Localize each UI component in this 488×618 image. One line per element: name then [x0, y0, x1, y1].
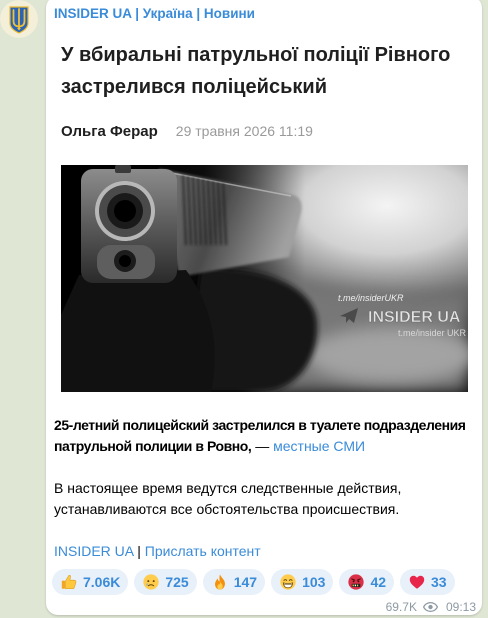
article-title: У вбиральні патрульної поліції Рівного з… [61, 44, 451, 98]
reaction-count: 103 [302, 574, 326, 590]
reaction-angry-symbols-face[interactable]: 42 [339, 569, 395, 595]
thumbs-up-icon [61, 575, 77, 590]
view-count: 69.7K [385, 600, 417, 614]
red-heart-icon [409, 575, 425, 589]
channel-link[interactable]: INSIDER UA [54, 543, 133, 559]
eye-icon [422, 602, 438, 612]
crying-face-icon [143, 574, 160, 590]
article-byline: Ольга Ферар 29 травня 2026 11:19 [61, 121, 313, 141]
lead-dash: — [251, 437, 274, 454]
grinning-face-icon [280, 574, 296, 590]
ukraine-trident-icon [0, 0, 38, 38]
reactions-bar: 7.06K 725 147 103 42 33 [52, 569, 455, 595]
message-bubble: INSIDER UA | Україна | Новини У вбиральн… [46, 0, 482, 615]
reaction-crying-face[interactable]: 725 [134, 569, 197, 595]
reaction-thumbs-up[interactable]: 7.06K [52, 569, 129, 595]
channel-avatar[interactable] [0, 0, 38, 38]
reaction-count: 147 [233, 574, 258, 590]
reaction-count: 725 [165, 574, 189, 590]
watermark-brand: INSIDER UA [368, 309, 461, 326]
watermark-url-top: t.me/insiderUKR [338, 293, 404, 303]
article-photo[interactable]: t.me/insiderUKR INSIDER UA t.me/insider … [61, 165, 468, 392]
channel-name-link[interactable]: INSIDER UA | Україна | Новини [54, 5, 255, 23]
message-meta: 69.7K 09:13 [386, 599, 476, 615]
angry-symbols-face-icon [348, 574, 365, 590]
reaction-count: 42 [370, 574, 387, 590]
submit-content-link[interactable]: Прислать контент [145, 543, 261, 559]
reaction-fire[interactable]: 147 [202, 569, 266, 595]
reaction-count: 7.06K [83, 574, 121, 590]
pistol-photo: t.me/insiderUKR INSIDER UA t.me/insider … [61, 165, 468, 392]
article-author: Ольга Ферар [61, 123, 158, 140]
reaction-grinning-face[interactable]: 103 [271, 569, 334, 595]
source-link[interactable]: местные СМИ [273, 438, 365, 454]
body-paragraph: В настоящее время ведутся следственные д… [54, 479, 402, 517]
fire-icon [214, 574, 225, 590]
footer-links: INSIDER UA | Прислать контент [54, 541, 478, 562]
message-time: 09:13 [445, 600, 476, 614]
reaction-count: 33 [431, 574, 447, 590]
article-date: 29 травня 2026 11:19 [175, 123, 313, 139]
footer-separator: | [133, 542, 145, 559]
watermark-url-bottom: t.me/insider UKR [398, 328, 467, 338]
post-text: 25-летний полицейский застрелился в туал… [54, 415, 478, 562]
reaction-red-heart[interactable]: 33 [400, 569, 455, 595]
lead-paragraph: 25-летний полицейский застрелился в туал… [54, 415, 478, 457]
